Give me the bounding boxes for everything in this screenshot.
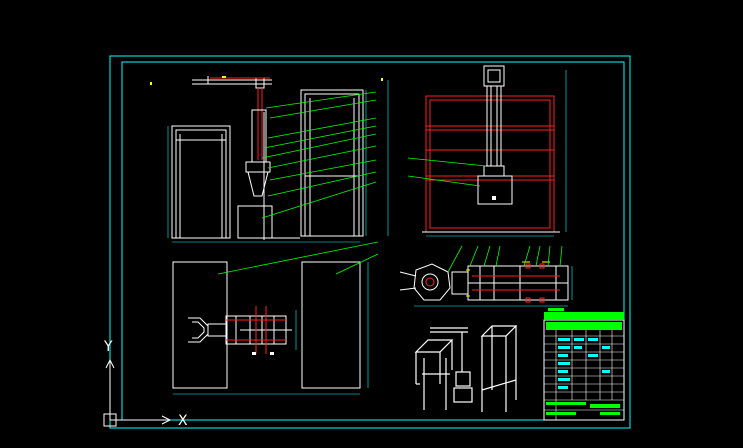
model-space-background — [0, 0, 743, 448]
ucs-x-axis-label: X — [178, 413, 188, 429]
ucs-y-axis-label: Y — [104, 339, 113, 355]
cad-drawing-canvas[interactable] — [0, 0, 743, 448]
